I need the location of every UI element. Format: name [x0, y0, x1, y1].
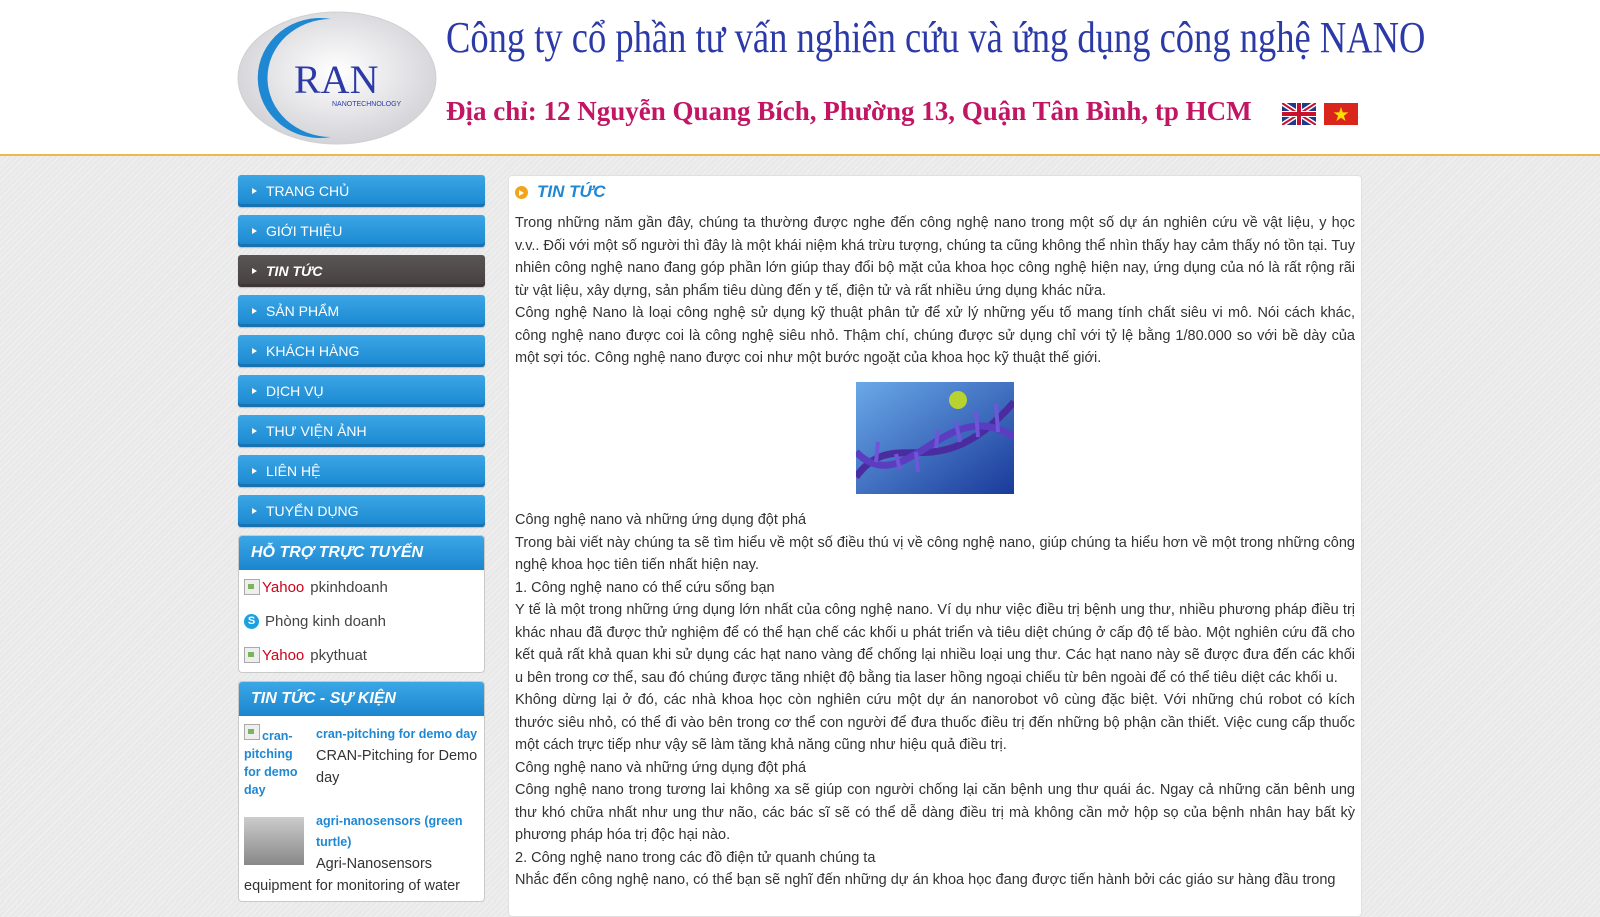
svg-text:NANOTECHNOLOGY: NANOTECHNOLOGY [332, 101, 402, 108]
menu-item-label: LIÊN HỆ [266, 463, 321, 479]
menu-item-trang-chu[interactable]: TRANG CHỦ [238, 175, 485, 207]
arrow-right-icon [252, 268, 257, 274]
yahoo-status-icon[interactable]: Yahoo [244, 647, 304, 664]
company-name: Công ty cổ phần tư vấn nghiên cứu và ứng… [446, 13, 1426, 62]
menu-item-tuyen-dung[interactable]: TUYỂN DỤNG [238, 495, 485, 527]
main-content: TIN TỨC Trong những năm gần đây, chúng t… [508, 175, 1362, 917]
broken-image-icon [244, 647, 260, 663]
arrow-right-icon [252, 228, 257, 234]
support-name: pkinhdoanh [310, 578, 388, 596]
article-paragraph: Công nghệ nano và những ứng dụng đột phá [515, 512, 807, 528]
support-name: Phòng kinh doanh [265, 612, 386, 630]
news-events-title: TIN TỨC - SỰ KIỆN [239, 682, 484, 716]
online-support-box: HỖ TRỢ TRỰC TUYẾN Yahoo pkinhdoanh S Phò… [238, 535, 485, 673]
article-body: Trong những năm gần đây, chúng ta thường… [509, 208, 1361, 892]
yahoo-status-icon[interactable]: Yahoo [244, 579, 304, 596]
skype-icon[interactable]: S [244, 613, 259, 629]
news-thumbnail[interactable]: cran-pitching for demo day [244, 724, 308, 799]
news-item: agri-nanosensors (green turtle) Agri-Nan… [239, 803, 484, 901]
arrow-right-icon [252, 468, 257, 474]
menu-item-san-pham[interactable]: SẢN PHẨM [238, 295, 485, 327]
arrow-right-icon [252, 388, 257, 394]
sidebar: TRANG CHỦ GIỚI THIỆU TIN TỨC SẢN PHẨM KH… [238, 175, 485, 910]
menu-item-label: DỊCH VỤ [266, 383, 324, 399]
online-support-title: HỖ TRỢ TRỰC TUYẾN [239, 536, 484, 570]
menu-item-tin-tuc[interactable]: TIN TỨC [238, 255, 485, 287]
menu-item-dich-vu[interactable]: DỊCH VỤ [238, 375, 485, 407]
article-paragraph: 2. Công nghệ nano trong các đồ điện tử q… [515, 849, 876, 866]
menu-item-thu-vien-anh[interactable]: THƯ VIỆN ẢNH [238, 415, 485, 447]
article-paragraph: Công nghệ Nano là loại công nghệ sử dụng… [515, 305, 1355, 366]
dna-image[interactable] [853, 381, 1017, 494]
menu-item-label: TIN TỨC [266, 263, 323, 279]
arrow-right-icon [252, 428, 257, 434]
menu-item-label: TRANG CHỦ [266, 183, 350, 199]
article-paragraph: 1. Công nghệ nano có thể cứu sống bạn [515, 579, 775, 596]
uk-flag-icon[interactable] [1280, 100, 1318, 128]
menu-item-label: THƯ VIỆN ẢNH [266, 423, 367, 439]
article-paragraph: Trong bài viết này chúng ta sẽ tìm hiểu … [515, 534, 1355, 574]
site-header: RAN NANOTECHNOLOGY Công ty cổ phần tư vấ… [0, 0, 1600, 156]
content-title: TIN TỨC [509, 176, 1361, 208]
menu-item-gioi-thieu[interactable]: GIỚI THIỆU [238, 215, 485, 247]
menu-item-khach-hang[interactable]: KHÁCH HÀNG [238, 335, 485, 367]
article-paragraph: Công nghệ nano và những ứng dụng đột phá [515, 759, 807, 776]
menu-item-label: KHÁCH HÀNG [266, 343, 360, 359]
arrow-right-icon [252, 308, 257, 314]
news-thumbnail[interactable] [244, 811, 308, 865]
menu-item-label: GIỚI THIỆU [266, 223, 343, 239]
company-address: Địa chỉ: 12 Nguyễn Quang Bích, Phường 13… [446, 96, 1252, 126]
news-item: cran-pitching for demo day cran-pitching… [239, 716, 484, 803]
menu-item-lien-he[interactable]: LIÊN HỆ [238, 455, 485, 487]
news-thumbnail-image[interactable] [244, 817, 304, 865]
article-image-wrap [515, 370, 1355, 510]
broken-image-icon [244, 579, 260, 595]
bullet-arrow-icon [515, 186, 528, 199]
arrow-right-icon [252, 508, 257, 514]
broken-image-icon [244, 724, 260, 740]
article-paragraph: Không dừng lại ở đó, các nhà khoa học cò… [515, 692, 1355, 753]
article-paragraph: Nhắc đến công nghệ nano, có thể bạn sẽ n… [515, 872, 1336, 888]
support-name: pkythuat [310, 646, 367, 664]
support-row-pkythuat[interactable]: Yahoo pkythuat [239, 638, 484, 672]
menu-item-label: TUYỂN DỤNG [266, 503, 359, 519]
article-paragraph: Trong những năm gần đây, chúng ta thường… [515, 215, 1355, 299]
arrow-right-icon [252, 348, 257, 354]
support-row-phong-kinh-doanh[interactable]: S Phòng kinh doanh [239, 604, 484, 638]
svg-text:RAN: RAN [294, 57, 378, 102]
article-paragraph: Công nghệ nano trong tương lai không xa … [515, 782, 1355, 843]
support-row-pkinhdoanh[interactable]: Yahoo pkinhdoanh [239, 570, 484, 604]
vn-flag-icon[interactable] [1324, 103, 1358, 125]
article-paragraph: Y tế là một trong những ứng dụng lớn nhấ… [515, 602, 1355, 686]
menu-item-label: SẢN PHẨM [266, 303, 340, 319]
news-events-box: TIN TỨC - SỰ KIỆN cran-pitching for demo… [238, 681, 485, 902]
arrow-right-icon [252, 188, 257, 194]
cran-logo[interactable]: RAN NANOTECHNOLOGY [236, 9, 438, 147]
